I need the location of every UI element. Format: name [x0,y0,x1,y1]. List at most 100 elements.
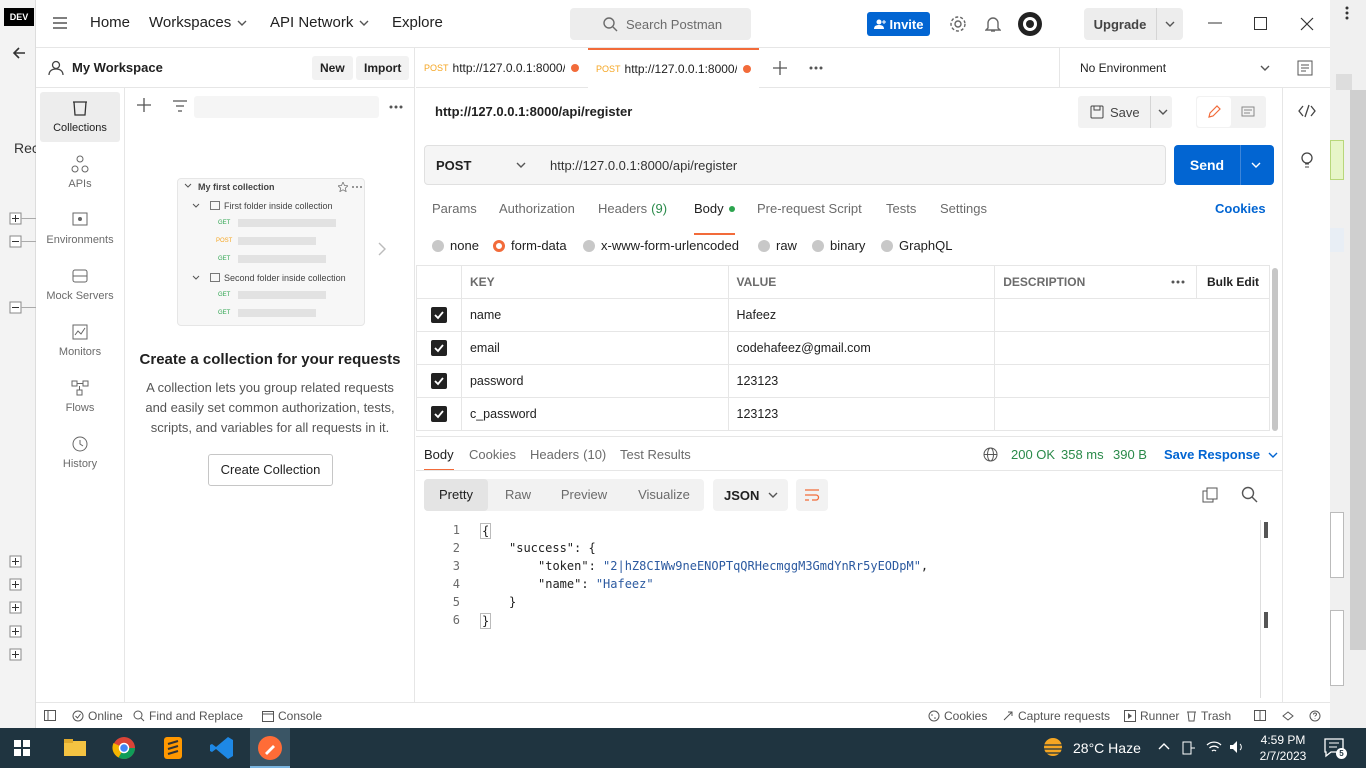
radio-form-data[interactable]: form-data [493,238,567,253]
minimize-window-icon[interactable] [1208,22,1222,24]
nav-workspaces[interactable]: Workspaces [149,14,247,31]
column-options-icon[interactable] [1160,265,1198,299]
filter-icon[interactable] [173,100,187,112]
upgrade-button[interactable]: Upgrade [1084,8,1183,40]
search-input[interactable]: Search Postman [570,8,751,40]
add-collection-icon[interactable] [137,98,151,112]
create-collection-button[interactable]: Create Collection [208,454,333,486]
capture-requests[interactable]: Capture requests [1002,709,1110,723]
postman-taskbar-icon[interactable] [250,728,290,768]
weather-text[interactable]: 28°C Haze [1073,740,1141,756]
sidebar-item-history[interactable]: History [40,428,120,478]
method-select[interactable]: POST [424,145,540,185]
tree-expand-icon[interactable] [8,578,36,592]
sublime-text-icon[interactable] [158,733,188,763]
row-key[interactable]: password [460,364,729,398]
view-visualize[interactable]: Visualize [632,479,696,511]
bulk-edit-button[interactable]: Bulk Edit [1196,265,1270,299]
nav-api-network[interactable]: API Network [270,14,369,31]
table-scrollbar[interactable] [1272,268,1278,431]
new-button[interactable]: New [312,56,353,80]
tree-expand-icon[interactable] [8,212,36,226]
tab-body[interactable]: Body [694,201,735,235]
file-explorer-icon[interactable] [60,733,90,763]
tree-expand-icon[interactable] [8,625,36,639]
row-description[interactable] [994,298,1270,332]
online-status[interactable]: Online [72,709,123,723]
cookies-link[interactable]: Cookies [1215,201,1266,216]
settings-gear-icon[interactable] [949,15,967,33]
view-preview[interactable]: Preview [554,479,614,511]
request-tab[interactable]: POST http://127.0.0.1:8000/a [416,48,586,88]
volume-icon[interactable] [1229,740,1245,754]
row-description[interactable] [994,331,1270,365]
chevron-right-icon[interactable] [378,242,386,256]
status-code[interactable]: 200 OK [1011,447,1055,462]
row-description[interactable] [994,364,1270,398]
response-tab-body[interactable]: Body [424,447,454,471]
scroll-up-icon[interactable] [1336,74,1352,90]
response-size[interactable]: 390 B [1113,447,1147,462]
help-icon[interactable] [1309,710,1321,722]
windows-start-icon[interactable] [14,740,30,756]
more-options-icon[interactable] [389,105,403,109]
cookies-status[interactable]: Cookies [928,709,987,723]
tab-tests[interactable]: Tests [886,201,916,216]
background-scrollbar[interactable] [1350,90,1366,650]
radio-graphql[interactable]: GraphQL [881,238,952,253]
import-button[interactable]: Import [356,56,410,80]
url-input[interactable]: http://127.0.0.1:8000/api/register [539,145,1166,185]
collection-search-input[interactable] [194,96,379,118]
tree-expand-icon[interactable] [8,648,36,662]
environment-selector[interactable]: No Environment [1059,48,1289,88]
nav-home[interactable]: Home [90,14,130,31]
sidebar-item-mock-servers[interactable]: Mock Servers [40,260,120,310]
send-button[interactable]: Send [1174,145,1274,185]
back-arrow-icon[interactable] [10,44,28,62]
radio-x-www-form-urlencoded[interactable]: x-www-form-urlencoded [583,238,739,253]
bootcamp-icon[interactable] [1282,710,1294,722]
tab-pre-request-script[interactable]: Pre-request Script [757,201,862,216]
response-tab-test-results[interactable]: Test Results [620,447,691,462]
tree-expand-icon[interactable] [8,555,36,569]
tab-params[interactable]: Params [432,201,477,216]
save-button[interactable]: Save [1078,96,1172,128]
tab-authorization[interactable]: Authorization [499,201,575,216]
new-tab-plus-icon[interactable] [773,61,787,75]
tab-settings[interactable]: Settings [940,201,987,216]
runner[interactable]: Runner [1124,709,1179,723]
row-key[interactable]: email [460,331,729,365]
two-pane-view-icon[interactable] [1254,710,1266,721]
sidebar-item-environments[interactable]: Environments [40,204,120,254]
request-tab-active[interactable]: POST http://127.0.0.1:8000/a [588,48,759,88]
row-key[interactable]: c_password [460,397,729,431]
code-icon[interactable] [1298,104,1316,118]
sidebar-item-apis[interactable]: APIs [40,148,120,198]
format-select[interactable]: JSON [713,479,788,511]
radio-raw[interactable]: raw [758,238,797,253]
row-value[interactable]: 123123 [727,364,996,398]
chrome-icon[interactable] [109,733,139,763]
maximize-window-icon[interactable] [1254,17,1267,30]
network-device-icon[interactable] [1182,740,1196,756]
sidebar-item-flows[interactable]: Flows [40,372,120,422]
vscode-icon[interactable] [207,733,237,763]
row-description[interactable] [994,397,1270,431]
invite-button[interactable]: Invite [867,12,930,36]
response-tab-cookies[interactable]: Cookies [469,447,516,462]
weather-icon[interactable] [1041,736,1065,758]
search-icon[interactable] [1241,486,1258,503]
row-checkbox[interactable] [416,298,462,332]
response-body-code[interactable]: 1 2 3 4 5 6 { "success": { "token": "2|h… [416,520,1268,700]
row-value[interactable]: 123123 [727,397,996,431]
row-checkbox[interactable] [416,331,462,365]
console[interactable]: Console [262,709,322,723]
row-value[interactable]: codehafeez@gmail.com [727,331,996,365]
more-vertical-icon[interactable] [1340,6,1354,20]
radio-binary[interactable]: binary [812,238,865,253]
tree-collapse-icon[interactable] [8,301,36,315]
row-value[interactable]: Hafeez [727,298,996,332]
tree-expand-icon[interactable] [8,601,36,615]
sidebar-item-collections[interactable]: Collections [40,92,120,142]
more-tabs-icon[interactable] [809,66,823,70]
